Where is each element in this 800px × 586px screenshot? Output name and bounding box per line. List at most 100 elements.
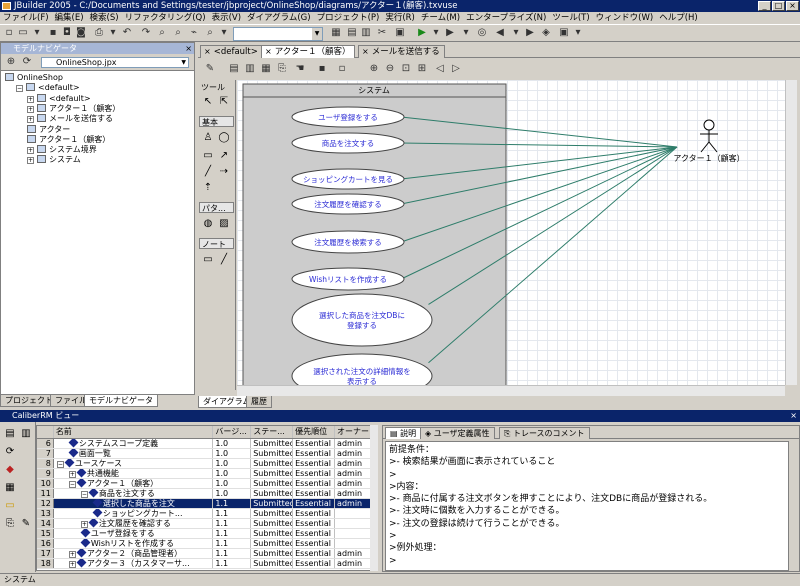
link-icon[interactable]: ⎘ <box>276 63 288 75</box>
note-link-tool-icon[interactable]: ╱ <box>218 254 230 266</box>
tree-item[interactable]: + システム境界 <box>27 145 97 155</box>
column-header[interactable] <box>37 426 54 439</box>
run-icon[interactable]: ▶ <box>416 27 428 39</box>
expand-icon[interactable]: + <box>27 105 34 113</box>
note-tool-icon[interactable]: ▭ <box>202 254 214 266</box>
fit-icon[interactable]: ⊡ <box>400 63 412 75</box>
table-row[interactable]: 16 Wishリストを作成する 1.1 Submitted Essential <box>37 538 377 549</box>
hand-icon[interactable]: ☚ <box>294 63 306 75</box>
optimize-icon[interactable]: ▾ <box>460 27 472 39</box>
menu-item[interactable]: ツール(T) <box>549 12 592 24</box>
table-row[interactable]: 11− 商品を注文する 1.0 Submitted Essential admin <box>37 488 377 499</box>
usecase-shape[interactable] <box>291 293 433 347</box>
pattern-tool-icon[interactable]: ◍ <box>202 218 214 230</box>
back-icon[interactable]: ◁ <box>434 63 446 75</box>
column-header[interactable]: 名前 <box>53 426 214 439</box>
minimize-button[interactable]: _ <box>758 1 771 11</box>
print-drop-icon[interactable]: ▾ <box>107 27 119 39</box>
open-folder-icon[interactable]: ▭ <box>17 27 29 39</box>
layout-icon[interactable]: ✎ <box>204 63 216 75</box>
build-icon[interactable]: ▦ <box>330 27 342 39</box>
group-pattern[interactable]: パタ... <box>199 202 234 213</box>
menu-item[interactable]: リファクタリング(Q) <box>122 12 209 24</box>
menu-item[interactable]: エンタープライズ(N) <box>463 12 549 24</box>
table-row[interactable]: 10− アクター１（顧客） 1.0 Submitted Essential admin <box>37 478 377 489</box>
run-drop-icon[interactable]: ▾ <box>430 27 442 39</box>
group-basic[interactable]: 基本 <box>199 116 234 127</box>
tab-send-mail[interactable]: × メールを送信する <box>358 45 445 58</box>
zoom-actual-icon[interactable]: ⊞ <box>416 63 428 75</box>
close-icon[interactable]: × <box>204 47 211 56</box>
table-row[interactable]: 9 + 共通機能 1.0 Submitted Essential admin <box>37 468 377 479</box>
refresh-icon[interactable]: ⟳ <box>4 446 16 458</box>
zoom-in-icon[interactable]: ⊕ <box>368 63 380 75</box>
table-row[interactable]: 13 ショッピングカート... 1.1 Submitted Essential <box>37 508 377 519</box>
select-icon[interactable]: ▪ <box>316 63 328 75</box>
tab-model-navigator[interactable]: モデルナビゲータ <box>84 395 158 407</box>
close-icon[interactable]: × <box>362 47 369 56</box>
expand-icon[interactable]: + <box>68 560 76 567</box>
refresh-icon[interactable]: ⟳ <box>21 56 33 68</box>
expand-icon[interactable]: + <box>68 470 76 477</box>
back-icon[interactable]: ◀ <box>494 27 506 39</box>
home-icon[interactable]: ◈ <box>540 27 552 39</box>
menu-item[interactable]: 実行(R) <box>382 12 418 24</box>
help-drop-icon[interactable]: ▾ <box>572 27 584 39</box>
debug-icon[interactable]: ▶ <box>444 27 456 39</box>
tree-item[interactable]: + アクター１（顧客） <box>27 103 120 114</box>
extend-tool-icon[interactable]: ↗ <box>218 150 230 162</box>
generalization-tool-icon[interactable]: ⇡ <box>202 182 214 194</box>
table-row[interactable]: 15 ユーザ登録をする 1.1 Submitted Essential <box>37 528 377 539</box>
collapse-icon[interactable]: − <box>56 460 64 467</box>
close-file-icon[interactable]: ▪ <box>47 27 59 39</box>
tree-item[interactable]: アクター１（顧客） <box>27 134 110 145</box>
diagram-canvas[interactable]: システム ユーザ登録をする 商品を注文する ショッピングカートを見る 注文履歴を確認する… <box>237 80 785 385</box>
collapse-icon[interactable]: − <box>16 85 23 93</box>
tab-actor1[interactable]: × アクター１（顧客） <box>261 45 356 58</box>
sync-icon[interactable]: ◎ <box>476 27 488 39</box>
tree-item[interactable]: + <default> <box>27 93 91 104</box>
chevron-down-icon[interactable]: ▼ <box>181 58 186 68</box>
search-combo[interactable]: ▼ <box>233 27 323 41</box>
folder-icon[interactable]: ▭ <box>4 500 16 512</box>
tab-user-attributes[interactable]: ◈ ユーザ定義属性 <box>420 427 495 439</box>
print-icon[interactable]: ⎙ <box>93 27 105 39</box>
replace-icon[interactable]: ⌁ <box>188 27 200 39</box>
tree-item[interactable]: + システム <box>27 155 81 165</box>
close-icon[interactable]: × <box>265 47 272 56</box>
filter-icon[interactable]: ▦ <box>4 482 16 494</box>
paste-icon[interactable]: ▥ <box>244 63 256 75</box>
table-row[interactable]: 6 システムスコープ定義 1.0 Submitted Essential admin <box>37 438 377 449</box>
search-icon[interactable]: ⌕ <box>204 27 216 39</box>
undo-icon[interactable]: ↶ <box>121 27 133 39</box>
table-row[interactable]: 12 選択した商品を注文 1.1 Submitted Essential admin <box>37 498 377 509</box>
find-next-icon[interactable]: ⌕ <box>172 27 184 39</box>
menu-item[interactable]: ウィンドウ(W) <box>593 12 657 24</box>
table-row[interactable]: 17 + アクター２（商品管理者） 1.1 Submitted Essential admi… <box>37 548 377 559</box>
actor-tool-icon[interactable]: ♙ <box>202 132 214 144</box>
collapse-icon[interactable]: − <box>68 480 76 487</box>
zoom-out-icon[interactable]: ⊖ <box>384 63 396 75</box>
collapse-icon[interactable]: − <box>80 490 88 497</box>
expand-icon[interactable]: + <box>27 157 34 165</box>
tree-view-icon[interactable]: ▤ <box>4 428 16 440</box>
expand-icon[interactable]: + <box>68 550 76 557</box>
horizontal-scrollbar[interactable] <box>237 385 785 396</box>
tree-item[interactable]: − <default> <box>16 83 80 93</box>
menu-item[interactable]: ヘルプ(H) <box>656 12 701 24</box>
expand-icon[interactable]: + <box>27 147 34 155</box>
vertical-scrollbar[interactable] <box>785 80 797 385</box>
redo-icon[interactable]: ↷ <box>140 27 152 39</box>
menu-item[interactable]: 表示(V) <box>209 12 244 24</box>
forward-icon[interactable]: ▶ <box>524 27 536 39</box>
tab-trace-comments[interactable]: ⎘ トレースのコメント <box>499 427 590 439</box>
list-view-icon[interactable]: ▥ <box>20 428 32 440</box>
expand-icon[interactable]: + <box>27 95 34 103</box>
menu-item[interactable]: プロジェクト(P) <box>314 12 383 24</box>
maximize-button[interactable]: □ <box>772 1 785 11</box>
save-all-icon[interactable]: ◙ <box>75 27 87 39</box>
expand-icon[interactable]: + <box>27 116 34 124</box>
config-icon[interactable]: ▣ <box>394 27 406 39</box>
include-tool-icon[interactable]: ⇢ <box>218 166 230 178</box>
expand-icon[interactable]: + <box>80 520 88 527</box>
